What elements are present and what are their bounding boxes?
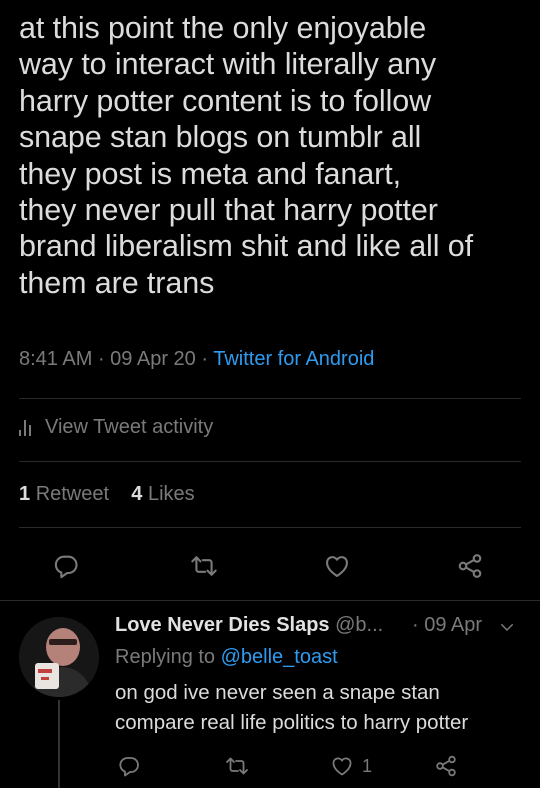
divider <box>0 600 540 601</box>
share-icon <box>458 554 482 578</box>
replying-to-mention[interactable]: @belle_toast <box>221 646 338 668</box>
divider <box>19 398 521 399</box>
tweet-meta: 8:41 AM · 09 Apr 20 · Twitter for Androi… <box>19 348 375 370</box>
avatar-image <box>19 617 99 697</box>
like-count: 4 <box>131 483 143 505</box>
reply-reply-button[interactable] <box>117 754 141 778</box>
reply-button[interactable] <box>52 552 80 580</box>
reply-retweet-button[interactable] <box>225 754 249 778</box>
retweet-label: Retweet <box>35 483 110 505</box>
retweets-link[interactable]: 1 Retweet <box>19 483 109 505</box>
reply-icon <box>119 757 139 777</box>
like-button[interactable] <box>323 552 351 580</box>
tweet-text: at this point the only enjoyable way to … <box>19 11 474 300</box>
retweet-count: 1 <box>19 483 31 505</box>
divider <box>19 527 521 528</box>
divider <box>19 461 521 462</box>
likes-link[interactable]: 4 Likes <box>131 483 194 505</box>
tweet-action-bar <box>0 546 540 586</box>
reply-author-handle[interactable]: @b... <box>335 614 383 636</box>
chevron-down-icon <box>501 624 513 631</box>
replying-prefix: Replying to <box>115 646 216 668</box>
view-activity-button[interactable]: View Tweet activity <box>19 416 213 439</box>
heart-icon <box>332 757 352 776</box>
reply-author-name[interactable]: Love Never Dies Slaps <box>115 614 330 636</box>
reply-text: on god ive never seen a snape stan compa… <box>115 681 469 734</box>
retweet-icon <box>191 556 217 576</box>
retweet-icon <box>226 757 248 775</box>
reply-share-button[interactable] <box>434 754 458 778</box>
tweet-stats: 1 Retweet 4 Likes <box>19 483 195 506</box>
reply-header: Love Never Dies Slaps @b... <box>115 614 383 637</box>
share-button[interactable] <box>456 552 484 580</box>
reply-like-count: 1 <box>362 755 373 776</box>
reply-menu-button[interactable] <box>498 618 516 641</box>
avatar[interactable] <box>19 617 99 697</box>
view-activity-label: View Tweet activity <box>45 416 214 438</box>
replying-to: Replying to @belle_toast <box>115 646 338 669</box>
tweet-source-link[interactable]: Twitter for Android <box>213 348 374 370</box>
reply-date: · 09 Apr <box>412 614 483 636</box>
share-icon <box>436 755 456 777</box>
tweet-date: 09 Apr 20 <box>110 348 196 370</box>
heart-icon <box>326 556 348 577</box>
like-label: Likes <box>147 483 195 505</box>
tweet-time: 8:41 AM <box>19 348 93 370</box>
reply-icon <box>54 555 78 579</box>
retweet-button[interactable] <box>190 552 218 580</box>
reply-action-bar: 1 <box>0 750 540 788</box>
reply-like-button[interactable]: 1 <box>330 754 372 778</box>
bar-chart-icon <box>19 419 35 436</box>
